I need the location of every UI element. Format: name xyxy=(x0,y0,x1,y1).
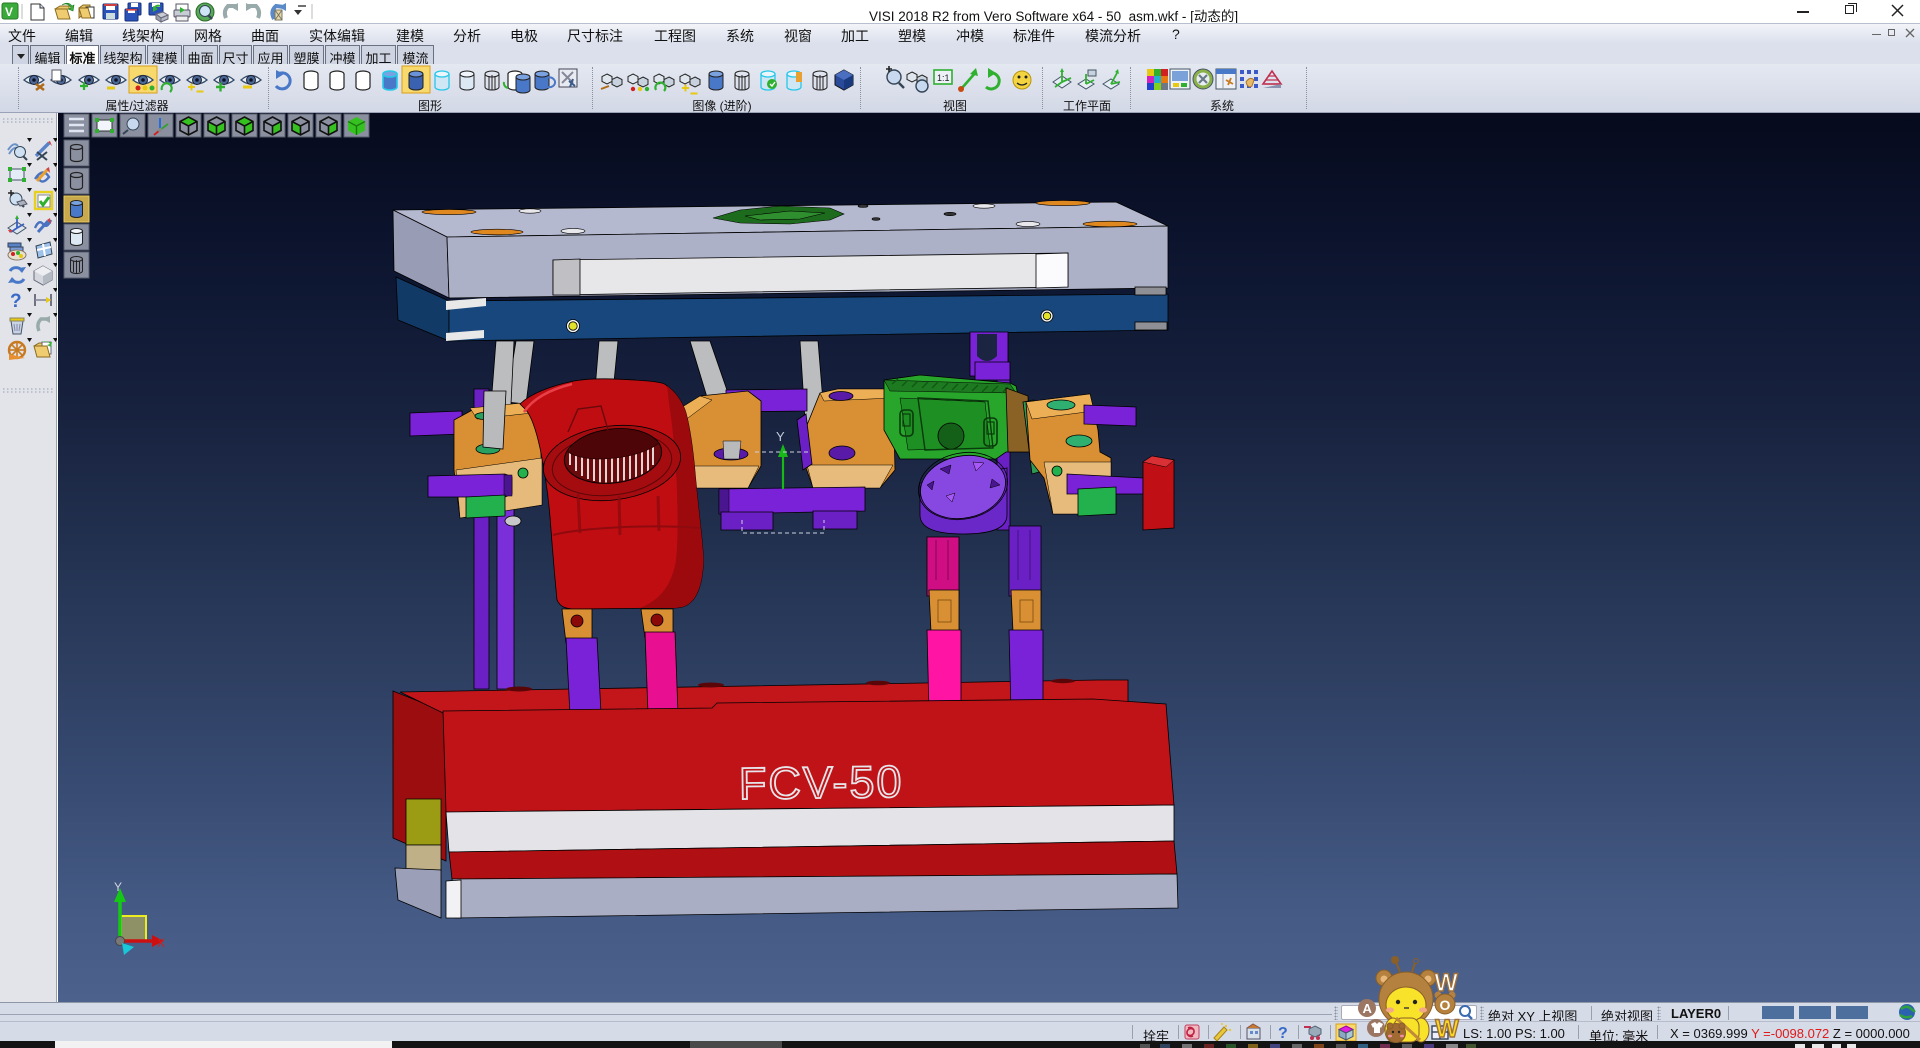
svg-text:?: ? xyxy=(1278,1025,1288,1042)
svg-text:FCV-50: FCV-50 xyxy=(739,756,904,809)
svg-text:O: O xyxy=(1440,997,1451,1013)
svg-text:Y: Y xyxy=(776,429,785,444)
svg-text:V: V xyxy=(5,5,13,19)
svg-text:A: A xyxy=(1363,1001,1373,1016)
svg-text:?: ? xyxy=(10,291,22,312)
svg-text:X: X xyxy=(157,936,165,950)
svg-text:Y: Y xyxy=(114,880,122,894)
svg-text:W: W xyxy=(1435,1015,1459,1043)
svg-text:1:1: 1:1 xyxy=(937,73,950,83)
